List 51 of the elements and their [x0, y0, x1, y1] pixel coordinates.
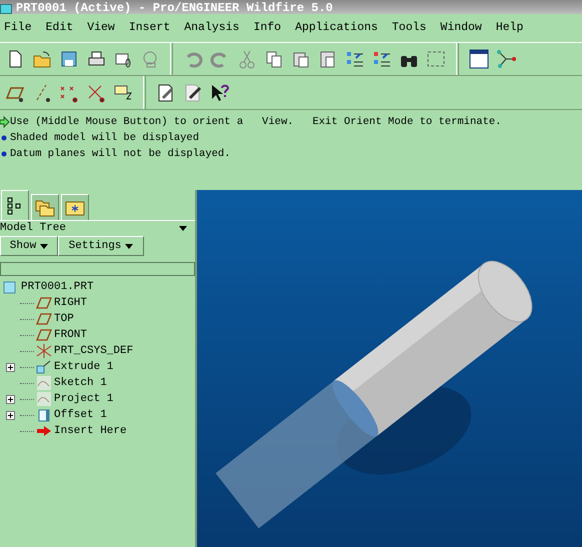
csys-icon	[36, 344, 52, 358]
tree-item[interactable]: PRT0001.PRT	[21, 279, 94, 295]
menu-item[interactable]: Tools	[392, 19, 426, 37]
arrow-icon	[36, 425, 52, 437]
tree-item[interactable]: FRONT	[54, 327, 88, 343]
arrow-icon	[0, 116, 10, 128]
message-text: Shaded model will be displayed	[10, 131, 200, 146]
menu-item[interactable]: Help	[496, 19, 524, 37]
tree-item[interactable]: Offset 1	[54, 407, 107, 423]
plane-icon	[36, 313, 52, 325]
tree-item[interactable]: TOP	[54, 311, 74, 327]
tree-item[interactable]: Extrude 1	[54, 359, 114, 375]
menu-item[interactable]: Insert	[128, 19, 170, 37]
menu-item[interactable]: Analysis	[184, 19, 240, 37]
tree-item[interactable]: Insert Here	[54, 423, 127, 439]
navigator-tab[interactable]	[61, 194, 89, 220]
model-viewport[interactable]	[197, 190, 582, 547]
menu-item[interactable]: View	[87, 19, 115, 37]
tree-icon	[7, 196, 23, 214]
extrude-icon	[36, 360, 52, 374]
window-icon[interactable]	[468, 48, 490, 70]
panel-title: Model Tree	[0, 221, 66, 236]
filter-field[interactable]	[0, 262, 195, 276]
sketch-icon	[36, 376, 52, 390]
tree-item[interactable]: Project 1	[54, 391, 114, 407]
part-icon	[3, 280, 17, 294]
dropdown-button[interactable]: Settings	[58, 236, 144, 256]
plane-icon	[36, 297, 52, 309]
expand-icon[interactable]	[6, 394, 14, 404]
plane-icon	[36, 329, 52, 341]
navigator-tab[interactable]	[1, 190, 29, 220]
window-icon	[0, 4, 12, 14]
dropdown-button[interactable]: Show	[0, 236, 58, 256]
menu-item[interactable]: File	[4, 19, 32, 37]
message-text: Use (Middle Mouse Button) to orient a View. Exit Orient Mode to terminate.	[10, 115, 502, 130]
menu-item[interactable]: Window	[440, 19, 482, 37]
message-text: Datum planes will not be displayed.	[10, 147, 231, 162]
star-folder-icon	[65, 198, 85, 216]
tree-item[interactable]: RIGHT	[54, 295, 88, 311]
menu-item[interactable]: Applications	[295, 19, 378, 37]
tree-item[interactable]: Sketch 1	[54, 375, 107, 391]
menu-item[interactable]: Edit	[46, 19, 74, 37]
folders-icon	[35, 198, 55, 216]
expand-icon[interactable]	[6, 362, 14, 372]
sketch-icon	[36, 392, 52, 406]
menu-item[interactable]: Info	[253, 19, 282, 37]
dropdown-caret-icon[interactable]	[179, 226, 187, 231]
expand-icon[interactable]	[6, 410, 14, 420]
tree-item[interactable]: PRT_CSYS_DEF	[54, 343, 134, 359]
window-title: PRT0001 (Active) - Pro/ENGINEER Wildfire 5.0	[16, 2, 333, 14]
solid-icon	[36, 408, 52, 422]
